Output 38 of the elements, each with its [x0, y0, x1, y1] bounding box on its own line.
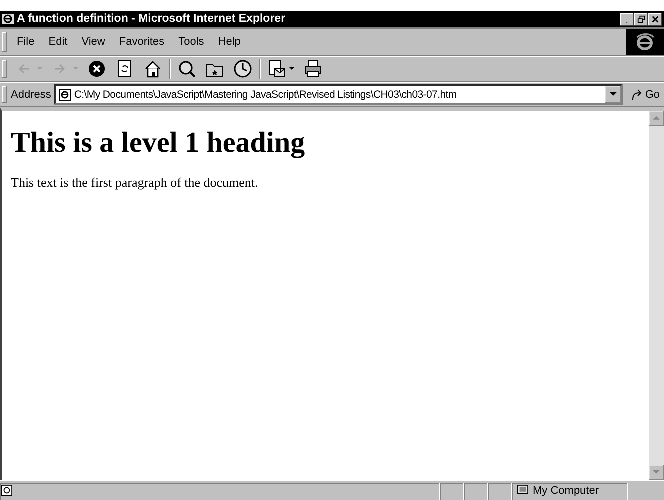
down-arrow-icon [653, 470, 660, 475]
security-zone: My Computer [533, 484, 600, 498]
menu-item[interactable]: Favorites [113, 34, 171, 50]
window-title: A function definition - Microsoft Internet Explorer [17, 13, 287, 25]
menu-item[interactable]: View [76, 34, 112, 50]
printer-icon [303, 59, 323, 79]
close-button[interactable] [648, 12, 662, 26]
caret-icon [610, 92, 617, 97]
browser-logo [626, 29, 664, 55]
address-field[interactable]: C:\My Documents\JavaScript\Mastering JavaScript\Revised Listings\CH03\ch03-07.htm [54, 84, 624, 105]
home-icon [143, 59, 163, 79]
status-pane [464, 483, 488, 500]
page-heading: This is a level 1 heading [11, 127, 306, 160]
arrow-icon [631, 88, 644, 100]
vertical-scrollbar[interactable] [649, 111, 664, 480]
page-icon [59, 88, 72, 100]
restore-icon [636, 14, 646, 24]
envelope-icon [267, 59, 287, 79]
restore-button[interactable] [634, 12, 648, 26]
menu-item[interactable]: Tools [172, 34, 210, 50]
caret-icon [37, 67, 43, 71]
dropdown-button[interactable] [605, 86, 622, 103]
menu-item[interactable]: Edit [42, 34, 74, 50]
address-label: Address [11, 88, 52, 100]
scroll-down-button[interactable] [649, 465, 664, 480]
scroll-up-button[interactable] [649, 111, 664, 126]
menu-item[interactable]: Help [212, 34, 247, 50]
go-button[interactable]: Go [623, 88, 664, 100]
close-icon [650, 14, 660, 24]
minimize-button[interactable] [620, 12, 634, 26]
search-icon [177, 59, 197, 79]
up-arrow-icon [653, 116, 660, 121]
page-paragraph: This text is the first paragraph of the document. [11, 175, 260, 191]
stop-icon [87, 59, 107, 79]
caret-icon [73, 67, 79, 71]
caret-icon [289, 67, 295, 71]
menu-item[interactable]: File [11, 34, 41, 50]
clock-icon [233, 59, 253, 79]
